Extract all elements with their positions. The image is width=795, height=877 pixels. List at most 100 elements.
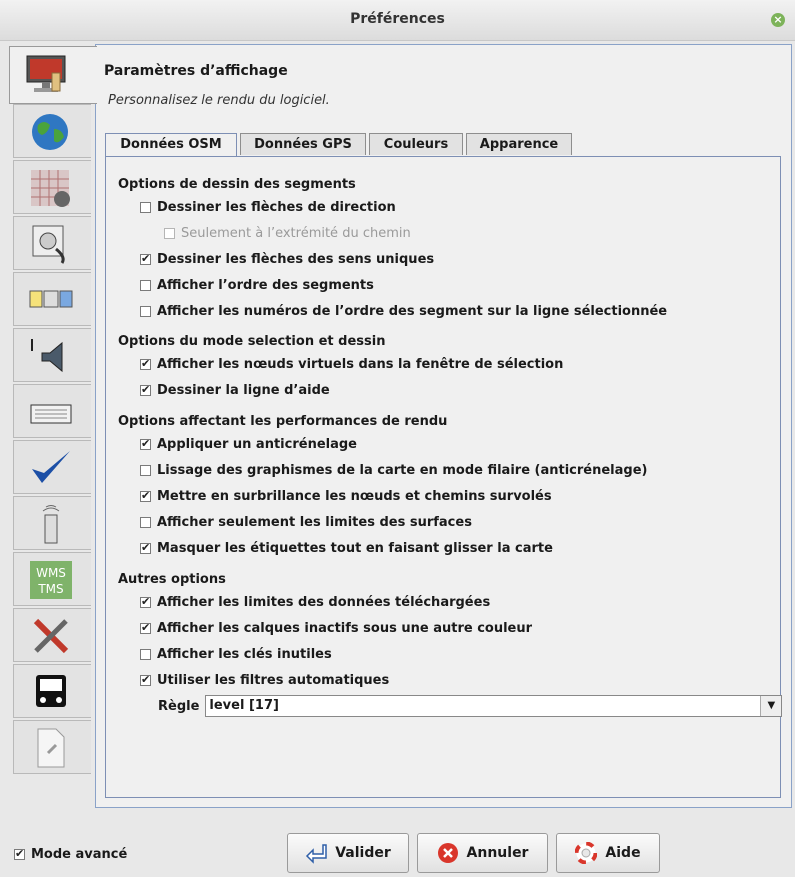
checkbox-helper-line[interactable]: Dessiner la ligne d’aide [140,381,330,399]
checkbox-box[interactable] [140,621,151,634]
checkbox-highlight-hovered[interactable]: Mettre en surbrillance les nœuds et chem… [140,487,552,505]
ok-label: Valider [335,845,391,861]
checkbox-box[interactable] [140,464,151,476]
checkbox-label: Afficher les nœuds virtuels dans la fenê… [157,356,564,372]
checkbox-box[interactable] [140,595,151,608]
rule-label: Règle [158,698,200,714]
checkbox-label: Utiliser les filtres automatiques [157,672,390,688]
checkbox-label: Lissage des graphismes de la carte en mo… [157,462,648,478]
checkbox-antialiasing[interactable]: Appliquer un anticrénelage [140,435,357,453]
bus-icon [36,675,66,707]
panel-title: Paramètres d’affichage [104,63,288,79]
cancel-label: Annuler [466,845,529,861]
preferences-panel: Paramètres d’affichage Personnalisez le … [95,44,792,808]
tab-content: Options de dessin des segments Dessiner … [105,156,783,798]
grid-map-icon [31,170,70,207]
checkbox-auto-filters[interactable]: Utiliser les filtres automatiques [140,671,389,689]
checkbox-box[interactable] [140,201,151,213]
checkbox-area-outlines[interactable]: Afficher seulement les limites des surfa… [140,513,472,531]
globe-icon [32,114,68,150]
display-icon [26,55,66,92]
wms-tms-icon: WMS TMS [30,561,72,599]
svg-text:TMS: TMS [37,582,63,596]
plug-icon [32,225,65,264]
rule-row: Règle level [17] ▼ [158,695,783,717]
section-title: Options du mode selection et dessin [118,334,386,349]
audio-icon [31,339,63,373]
checkbox-box[interactable] [140,648,151,660]
checkbox-label: Afficher les calques inactifs sous une a… [157,620,533,636]
keyboard-icon [30,404,72,424]
tab-appearance[interactable]: Apparence [466,133,572,155]
expert-mode-checkbox[interactable]: Mode avancé [14,847,127,862]
checkbox-useless-keys[interactable]: Afficher les clés inutiles [140,645,332,663]
checkbox-box[interactable] [140,252,151,265]
cancel-icon [437,843,458,863]
checkbox-box [164,227,175,239]
sidebar-tab-connection[interactable] [13,216,91,270]
help-lifebuoy-icon [575,842,598,864]
sidebar-tab-transport[interactable] [13,664,91,718]
sidebar-tab-shortcuts[interactable] [13,384,91,438]
checkbox-label: Afficher seulement les limites des surfa… [157,514,472,530]
svg-text:WMS: WMS [36,566,66,580]
close-icon[interactable]: × [771,13,785,27]
sidebar-tab-audio[interactable] [13,328,91,382]
checkbox-download-bounds[interactable]: Afficher les limites des données télécha… [140,593,490,611]
checkbox-label: Afficher les clés inutiles [157,646,332,662]
tab-osm-data[interactable]: Données OSM [105,133,237,157]
rule-select[interactable]: level [17] ▼ [205,695,783,717]
tab-colors[interactable]: Couleurs [369,133,463,155]
checkbox-label: Afficher les limites des données télécha… [157,594,491,610]
checkbox-virtual-nodes[interactable]: Afficher les nœuds virtuels dans la fenê… [140,355,563,373]
ok-arrow-icon [306,844,327,864]
checkbox-arrows-end-only: Seulement à l’extrémité du chemin [164,224,411,242]
sidebar-tab-display[interactable] [9,46,97,104]
checkbox-box[interactable] [140,279,151,291]
checkbox-label: Dessiner la ligne d’aide [157,382,330,398]
checkbox-box[interactable] [140,516,151,528]
tab-gps-data[interactable]: Données GPS [240,133,366,155]
checkbox-box[interactable] [140,383,151,396]
checkbox-label: Seulement à l’extrémité du chemin [181,225,411,241]
checkbox-segment-order[interactable]: Afficher l’ordre des segments [140,276,374,294]
checkbox-box[interactable] [14,847,25,860]
remote-control-icon [42,505,60,544]
section-title: Options de dessin des segments [118,177,356,192]
chevron-down-icon[interactable]: ▼ [760,696,782,716]
checkbox-box[interactable] [140,673,151,686]
validator-check-icon [32,451,70,483]
sidebar-tab-toolbar[interactable] [13,272,91,326]
checkbox-box[interactable] [140,541,151,554]
checkbox-label: Afficher les numéros de l’ordre des segm… [157,303,668,319]
title-bar: Préférences × [0,0,795,41]
checkbox-label: Masquer les étiquettes tout en faisant g… [157,540,553,556]
checkbox-box[interactable] [140,357,151,370]
checkbox-box[interactable] [140,437,151,450]
checkbox-label: Dessiner les flèches de direction [157,199,396,215]
checkbox-box[interactable] [140,305,151,317]
section-title: Autres options [118,572,226,587]
help-label: Aide [605,845,641,861]
sidebar-tab-advanced[interactable] [13,608,91,662]
section-title: Options affectant les performances de re… [118,414,448,429]
sidebar-tab-map[interactable] [13,104,91,158]
sidebar-tab-remote[interactable] [13,496,91,550]
cancel-button[interactable]: Annuler [417,833,548,873]
plugin-file-icon [37,728,65,768]
ok-button[interactable]: Valider [287,833,409,873]
tools-icon [33,618,69,654]
checkbox-segment-numbers[interactable]: Afficher les numéros de l’ordre des segm… [140,302,667,320]
checkbox-box[interactable] [140,489,151,502]
checkbox-wireframe-antialiasing[interactable]: Lissage des graphismes de la carte en mo… [140,461,647,479]
checkbox-inactive-layers[interactable]: Afficher les calques inactifs sous une a… [140,619,532,637]
help-button[interactable]: Aide [556,833,660,873]
checkbox-oneway-arrows[interactable]: Dessiner les flèches des sens uniques [140,250,434,268]
panel-subtitle: Personnalisez le rendu du logiciel. [108,93,330,108]
sidebar-tab-imagery[interactable]: WMS TMS [13,552,91,606]
checkbox-hide-labels-drag[interactable]: Masquer les étiquettes tout en faisant g… [140,539,553,557]
sidebar-tab-plugins[interactable] [13,720,91,774]
sidebar-tab-validator[interactable] [13,440,91,494]
sidebar-tab-projection[interactable] [13,160,91,214]
checkbox-direction-arrows[interactable]: Dessiner les flèches de direction [140,198,396,216]
